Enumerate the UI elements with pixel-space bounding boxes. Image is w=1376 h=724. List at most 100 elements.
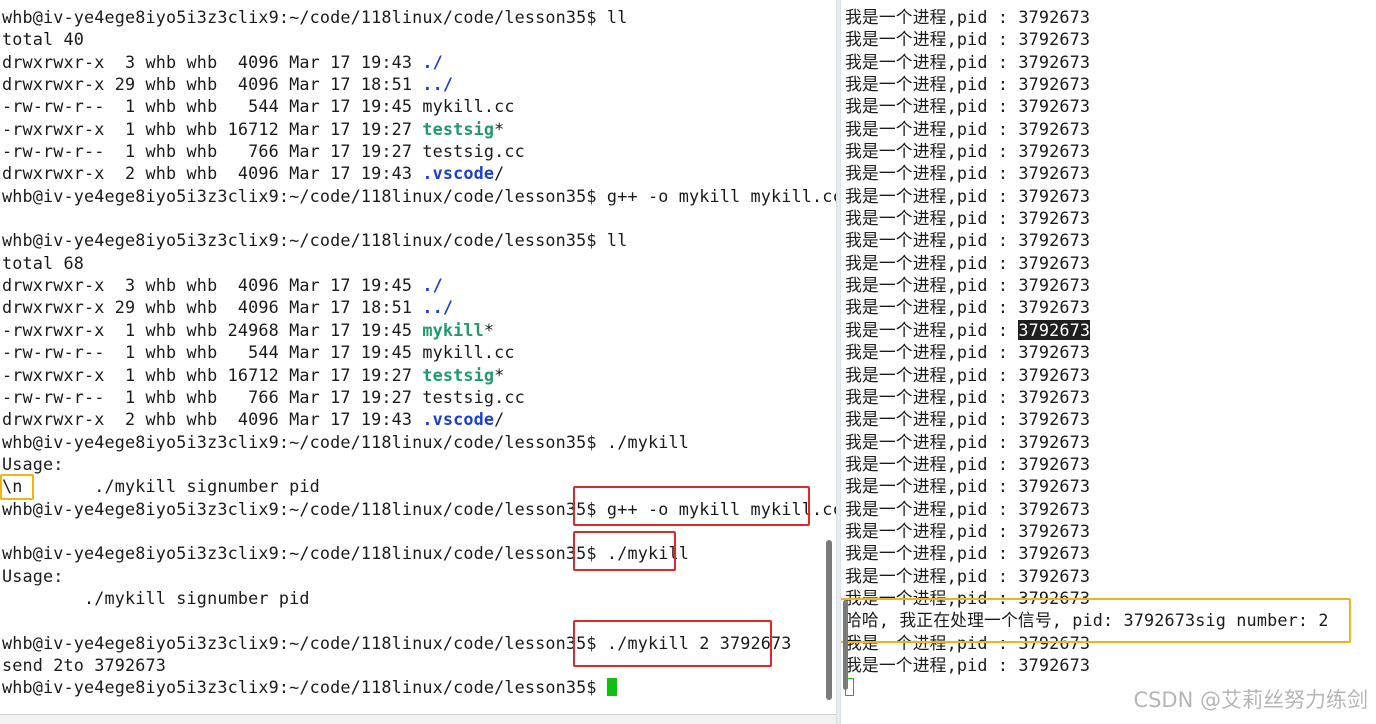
executable-name: mykill bbox=[422, 319, 484, 340]
terminal-line: whb@iv-ye4ege8iyo5i3z3clix9:~/code/118li… bbox=[2, 431, 836, 453]
terminal-line: whb@iv-ye4ege8iyo5i3z3clix9:~/code/118li… bbox=[2, 229, 836, 251]
directory-name: .vscode bbox=[422, 409, 495, 430]
terminal-text: drwxrwxr-x 3 whb whb 4096 Mar 17 19:45 bbox=[2, 275, 423, 296]
terminal-line: 我是一个进程,pid : 3792673 bbox=[845, 28, 1329, 50]
terminal-text: 我是一个进程,pid : 3792673 bbox=[845, 654, 1091, 675]
terminal-text: 我是一个进程,pid : 3792673 bbox=[845, 275, 1091, 296]
terminal-text: 我是一个进程,pid : 3792673 bbox=[845, 364, 1091, 385]
terminal-line: whb@iv-ye4ege8iyo5i3z3clix9:~/code/118li… bbox=[2, 632, 836, 654]
terminal-text: \n ./mykill signumber pid bbox=[2, 476, 320, 497]
terminal-text: -rwxrwxr-x 1 whb whb 16712 Mar 17 19:27 bbox=[2, 364, 423, 385]
terminal-text: * bbox=[483, 319, 495, 340]
right-terminal[interactable]: 我是一个进程,pid : 3792673 我是一个进程,pid : 3792673… bbox=[841, 0, 1376, 724]
terminal-text: whb@iv-ye4ege8iyo5i3z3clix9:~/code/118li… bbox=[2, 185, 836, 206]
terminal-line: 我是一个进程,pid : 3792673 bbox=[845, 207, 1329, 229]
terminal-text: whb@iv-ye4ege8iyo5i3z3clix9:~/code/118li… bbox=[2, 230, 628, 251]
terminal-line: 哈哈, 我正在处理一个信号, pid: 3792673sig number: 2 bbox=[845, 609, 1329, 631]
terminal-line: Usage: bbox=[2, 453, 836, 475]
executable-name: testsig bbox=[422, 364, 495, 385]
terminal-text: 哈哈, 我正在处理一个信号, pid: 3792673sig number: 2 bbox=[845, 610, 1329, 631]
terminal-line: drwxrwxr-x 2 whb whb 4096 Mar 17 19:43 .… bbox=[2, 162, 836, 184]
terminal-text: * bbox=[494, 118, 505, 139]
terminal-line: 我是一个进程,pid : 3792673 bbox=[845, 520, 1329, 542]
terminal-line: 我是一个进程,pid : 3792673 bbox=[845, 6, 1329, 28]
terminal-line: 我是一个进程,pid : 3792673 bbox=[845, 542, 1329, 564]
terminal-line: 我是一个进程,pid : 3792673 bbox=[845, 341, 1329, 363]
terminal-line: \n ./mykill signumber pid bbox=[2, 475, 836, 497]
terminal-line: 我是一个进程,pid : 3792673 bbox=[845, 587, 1329, 609]
watermark: CSDN @艾莉丝努力练剑 bbox=[1133, 688, 1368, 712]
terminal-line: total 68 bbox=[2, 252, 836, 274]
terminal-text: -rwxrwxr-x 1 whb whb 16712 Mar 17 19:27 bbox=[2, 118, 423, 139]
terminal-line: 我是一个进程,pid : 3792673 bbox=[845, 185, 1329, 207]
terminal-line: 我是一个进程,pid : 3792673 bbox=[845, 296, 1329, 318]
terminal-line: whb@iv-ye4ege8iyo5i3z3clix9:~/code/118li… bbox=[2, 6, 836, 28]
terminal-text: -rwxrwxr-x 1 whb whb 24968 Mar 17 19:45 bbox=[2, 319, 423, 340]
terminal-text: 我是一个进程,pid : 3792673 bbox=[845, 141, 1091, 162]
directory-name: ../ bbox=[422, 74, 454, 95]
terminal-line: 我是一个进程,pid : 3792673 bbox=[845, 229, 1329, 251]
terminal-line: 我是一个进程,pid : 3792673 bbox=[845, 162, 1329, 184]
terminal-text: 我是一个进程,pid : 3792673 bbox=[845, 476, 1091, 497]
terminal-text: drwxrwxr-x 29 whb whb 4096 Mar 17 18:51 bbox=[2, 297, 423, 318]
terminal-text: drwxrwxr-x 3 whb whb 4096 Mar 17 19:43 bbox=[2, 51, 423, 72]
terminal-text: 我是一个进程,pid : 3792673 bbox=[845, 587, 1091, 608]
terminal-line: 我是一个进程,pid : 3792673 bbox=[845, 274, 1329, 296]
terminal-text: total 68 bbox=[2, 252, 85, 273]
terminal-line: send 2to 3792673 bbox=[2, 654, 836, 676]
terminal-text: 我是一个进程,pid : 3792673 bbox=[845, 498, 1091, 519]
terminal-line: -rw-rw-r-- 1 whb whb 544 Mar 17 19:45 my… bbox=[2, 341, 836, 363]
terminal-text: -rw-rw-r-- 1 whb whb 766 Mar 17 19:27 te… bbox=[2, 141, 525, 162]
terminal-text: 我是一个进程,pid : 3792673 bbox=[845, 386, 1091, 407]
terminal-line: 我是一个进程,pid : 3792673 bbox=[845, 565, 1329, 587]
terminal-line: 我是一个进程,pid : 3792673 bbox=[845, 453, 1329, 475]
terminal-line: drwxrwxr-x 29 whb whb 4096 Mar 17 18:51 … bbox=[2, 73, 836, 95]
terminal-text: 我是一个进程,pid : 3792673 bbox=[845, 230, 1091, 251]
directory-name: ./ bbox=[422, 51, 443, 72]
terminal-text: 我是一个进程,pid : 3792673 bbox=[845, 520, 1091, 541]
executable-name: testsig bbox=[422, 118, 495, 139]
terminal-text: 我是一个进程,pid : 3792673 bbox=[845, 431, 1091, 452]
terminal-line: -rw-rw-r-- 1 whb whb 766 Mar 17 19:27 te… bbox=[2, 386, 836, 408]
terminal-line: 我是一个进程,pid : 3792673 bbox=[845, 364, 1329, 386]
terminal-line: whb@iv-ye4ege8iyo5i3z3clix9:~/code/118li… bbox=[2, 185, 836, 207]
terminal-text: 我是一个进程,pid : 3792673 bbox=[845, 29, 1091, 50]
terminal-text: -rw-rw-r-- 1 whb whb 544 Mar 17 19:45 my… bbox=[2, 96, 515, 117]
terminal-text: / bbox=[494, 409, 505, 430]
terminal-text: 我是一个进程,pid : 3792673 bbox=[845, 96, 1091, 117]
terminal-text: 我是一个进程,pid : 3792673 bbox=[845, 297, 1091, 318]
terminal-line: 我是一个进程,pid : 3792673 bbox=[845, 408, 1329, 430]
selected-text: 3792673 bbox=[1018, 319, 1091, 340]
terminal-line: -rwxrwxr-x 1 whb whb 16712 Mar 17 19:27 … bbox=[2, 364, 836, 386]
directory-name: ./ bbox=[422, 275, 443, 296]
terminal-line: 我是一个进程,pid : 3792673 bbox=[845, 475, 1329, 497]
terminal-text: whb@iv-ye4ege8iyo5i3z3clix9:~/code/118li… bbox=[2, 431, 689, 452]
terminal-text: whb@iv-ye4ege8iyo5i3z3clix9:~/code/118li… bbox=[2, 677, 607, 698]
terminal-line: whb@iv-ye4ege8iyo5i3z3clix9:~/code/118li… bbox=[2, 542, 836, 564]
cursor-icon bbox=[606, 678, 617, 697]
directory-name: .vscode bbox=[422, 163, 495, 184]
left-scrollbar[interactable] bbox=[826, 540, 832, 700]
terminal-text: 我是一个进程,pid : 3792673 bbox=[845, 632, 1091, 653]
terminal-text: 我是一个进程,pid : 3792673 bbox=[845, 543, 1091, 564]
terminal-text: send 2to 3792673 bbox=[2, 654, 167, 675]
right-terminal-output: 我是一个进程,pid : 3792673 我是一个进程,pid : 3792673… bbox=[845, 6, 1329, 699]
terminal-text: drwxrwxr-x 2 whb whb 4096 Mar 17 19:43 bbox=[2, 409, 423, 430]
directory-name: ../ bbox=[422, 297, 454, 318]
terminal-line: 我是一个进程,pid : 3792673 bbox=[845, 386, 1329, 408]
terminal-text: * bbox=[494, 364, 505, 385]
right-scrollbar[interactable] bbox=[843, 600, 848, 690]
terminal-line: -rw-rw-r-- 1 whb whb 544 Mar 17 19:45 my… bbox=[2, 95, 836, 117]
terminal-text: 我是一个进程,pid : 3792673 bbox=[845, 208, 1091, 229]
terminal-text: 我是一个进程,pid : bbox=[845, 319, 1019, 340]
terminal-text: Usage: bbox=[2, 565, 64, 586]
left-terminal[interactable]: whb@iv-ye4ege8iyo5i3z3clix9:~/code/118li… bbox=[0, 0, 836, 724]
terminal-line: drwxrwxr-x 2 whb whb 4096 Mar 17 19:43 .… bbox=[2, 408, 836, 430]
terminal-line: 我是一个进程,pid : 3792673 bbox=[845, 632, 1329, 654]
terminal-line: drwxrwxr-x 3 whb whb 4096 Mar 17 19:45 .… bbox=[2, 274, 836, 296]
terminal-line: -rwxrwxr-x 1 whb whb 16712 Mar 17 19:27 … bbox=[2, 118, 836, 140]
terminal-text: Usage: bbox=[2, 453, 64, 474]
terminal-line: 我是一个进程,pid : 3792673 bbox=[845, 319, 1329, 341]
